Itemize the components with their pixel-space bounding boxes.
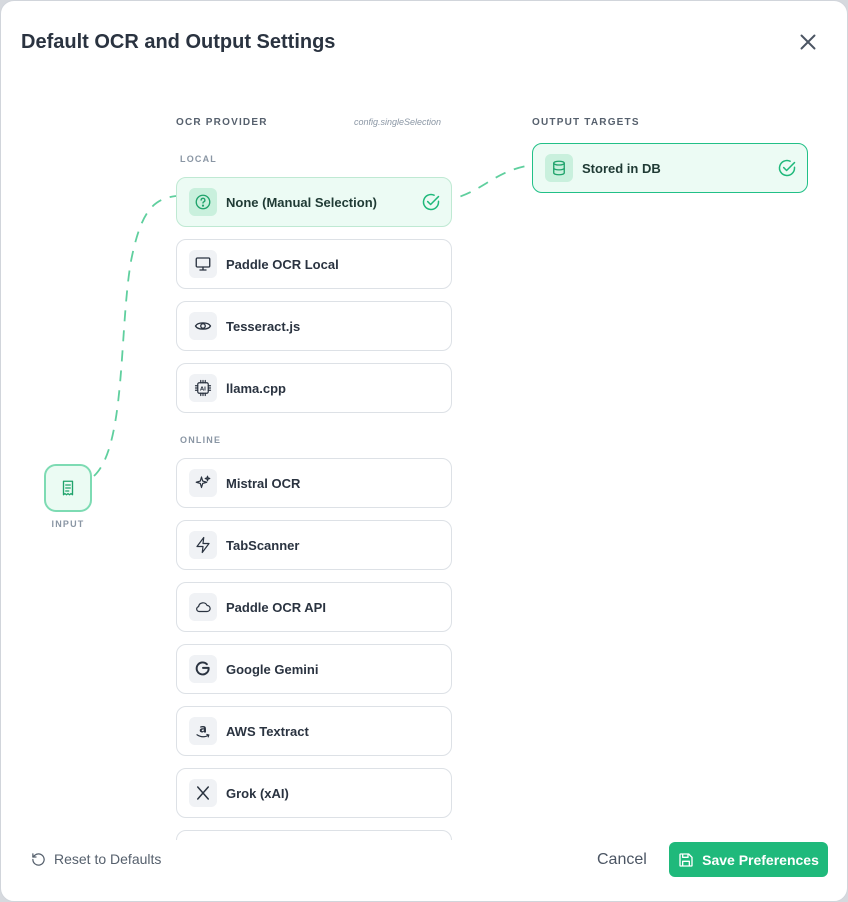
provider-label: Grok (xAI) [226,785,289,801]
zap-icon [196,536,210,554]
monitor-icon [195,257,211,271]
provider-list[interactable]: None (Manual Selection) Paddle OCR Local… [176,176,452,840]
google-icon [195,661,210,676]
provider-card-partial[interactable] [176,830,452,840]
save-icon [679,852,693,867]
provider-label: Google Gemini [226,661,319,677]
provider-card-gemini[interactable]: Google Gemini [176,644,452,694]
provider-label: Mistral OCR [226,475,301,491]
save-label: Save Preferences [702,851,819,868]
output-targets-heading: OUTPUT TARGETS [532,117,640,128]
provider-card-paddle-api[interactable]: Paddle OCR API [176,582,452,632]
cloud-icon [196,602,211,613]
receipt-icon [62,480,74,496]
provider-label: Paddle OCR API [226,599,326,615]
reset-label: Reset to Defaults [54,851,162,867]
reset-to-defaults-button[interactable]: Reset to Defaults [31,851,161,867]
svg-text:a: a [199,723,207,736]
local-group-label: LOCAL [180,154,217,164]
amazon-icon: a [196,723,210,738]
settings-modal: Default OCR and Output Settings INPUT OC… [0,0,848,902]
help-circle-icon [195,194,211,210]
provider-label: TabScanner [226,537,300,553]
provider-card-tabscanner[interactable]: TabScanner [176,520,452,570]
x-logo-icon [197,786,209,800]
save-preferences-button[interactable]: Save Preferences [669,842,828,877]
database-icon [553,160,565,176]
provider-label: llama.cpp [226,380,286,396]
input-node[interactable] [44,464,92,512]
cancel-button[interactable]: Cancel [597,851,647,869]
provider-card-tesseract[interactable]: Tesseract.js [176,301,452,351]
eye-icon [194,322,212,330]
provider-card-aws-textract[interactable]: a AWS Textract [176,706,452,756]
modal-title: Default OCR and Output Settings [21,31,336,53]
svg-text:AI: AI [200,386,206,392]
sparkles-icon [195,475,211,489]
provider-label: None (Manual Selection) [226,194,377,210]
provider-card-none[interactable]: None (Manual Selection) [176,177,452,227]
config-key-label: config.singleSelection [354,117,442,127]
provider-card-llama-cpp[interactable]: AI llama.cpp [176,363,452,413]
input-to-provider-line [93,195,177,477]
provider-card-mistral[interactable]: Mistral OCR [176,458,452,508]
check-circle-icon [778,159,796,177]
check-circle-icon [422,193,440,211]
output-target-stored-in-db[interactable]: Stored in DB [532,143,808,193]
x-icon [800,34,816,50]
target-label: Stored in DB [582,160,661,176]
input-label: INPUT [51,519,85,529]
provider-label: AWS Textract [226,723,309,739]
provider-to-output-line [440,164,533,202]
provider-card-grok[interactable]: Grok (xAI) [176,768,452,818]
close-button[interactable] [795,29,821,55]
provider-label: Tesseract.js [226,318,301,334]
ai-chip-icon: AI [194,379,212,397]
ocr-provider-heading: OCR PROVIDER [176,117,268,128]
rotate-ccw-icon [32,852,45,866]
online-group-label: ONLINE [180,435,222,445]
provider-card-paddle-local[interactable]: Paddle OCR Local [176,239,452,289]
provider-label: Paddle OCR Local [226,256,339,272]
